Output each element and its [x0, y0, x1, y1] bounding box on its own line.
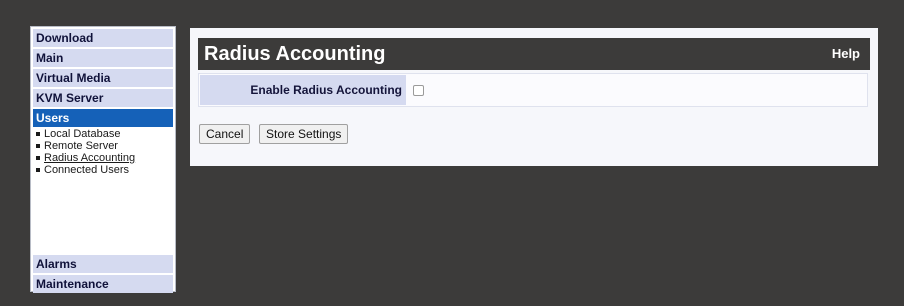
main-panel: Radius Accounting Help Enable Radius Acc…: [190, 28, 878, 166]
enable-radius-accounting-checkbox[interactable]: [413, 85, 424, 96]
sidebar-item-kvm-server[interactable]: KVM Server: [33, 89, 173, 107]
submenu-item-label: Connected Users: [44, 164, 129, 176]
sidebar-item-virtual-media[interactable]: Virtual Media: [33, 69, 173, 87]
page-title: Radius Accounting: [204, 43, 386, 65]
sidebar-item-download[interactable]: Download: [33, 29, 173, 47]
submenu-item-label: Remote Server: [44, 140, 118, 152]
help-link[interactable]: Help: [832, 46, 860, 62]
sidebar-item-main[interactable]: Main: [33, 49, 173, 67]
sidebar-item-alarms[interactable]: Alarms: [33, 255, 173, 273]
submenu-item-connected-users[interactable]: Connected Users: [34, 164, 172, 176]
submenu-item-label: Local Database: [44, 128, 121, 140]
title-bar: Radius Accounting Help: [198, 38, 870, 70]
store-settings-button[interactable]: Store Settings: [259, 124, 349, 144]
cancel-button[interactable]: Cancel: [199, 124, 251, 144]
sidebar: Download Main Virtual Media KVM Server U…: [30, 26, 176, 293]
field-label-cell: Enable Radius Accounting: [200, 75, 406, 105]
settings-form: Enable Radius Accounting: [198, 73, 868, 107]
submenu-item-radius-accounting[interactable]: Radius Accounting: [34, 152, 172, 164]
submenu-item-remote-server[interactable]: Remote Server: [34, 140, 172, 152]
sidebar-item-maintenance[interactable]: Maintenance: [33, 275, 173, 293]
sidebar-item-users[interactable]: Users: [33, 109, 173, 127]
users-submenu: Local Database Remote Server Radius Acco…: [34, 128, 172, 176]
enable-radius-accounting-label: Enable Radius Accounting: [250, 83, 402, 97]
submenu-item-label: Radius Accounting: [44, 152, 136, 164]
submenu-item-local-database[interactable]: Local Database: [34, 128, 172, 140]
